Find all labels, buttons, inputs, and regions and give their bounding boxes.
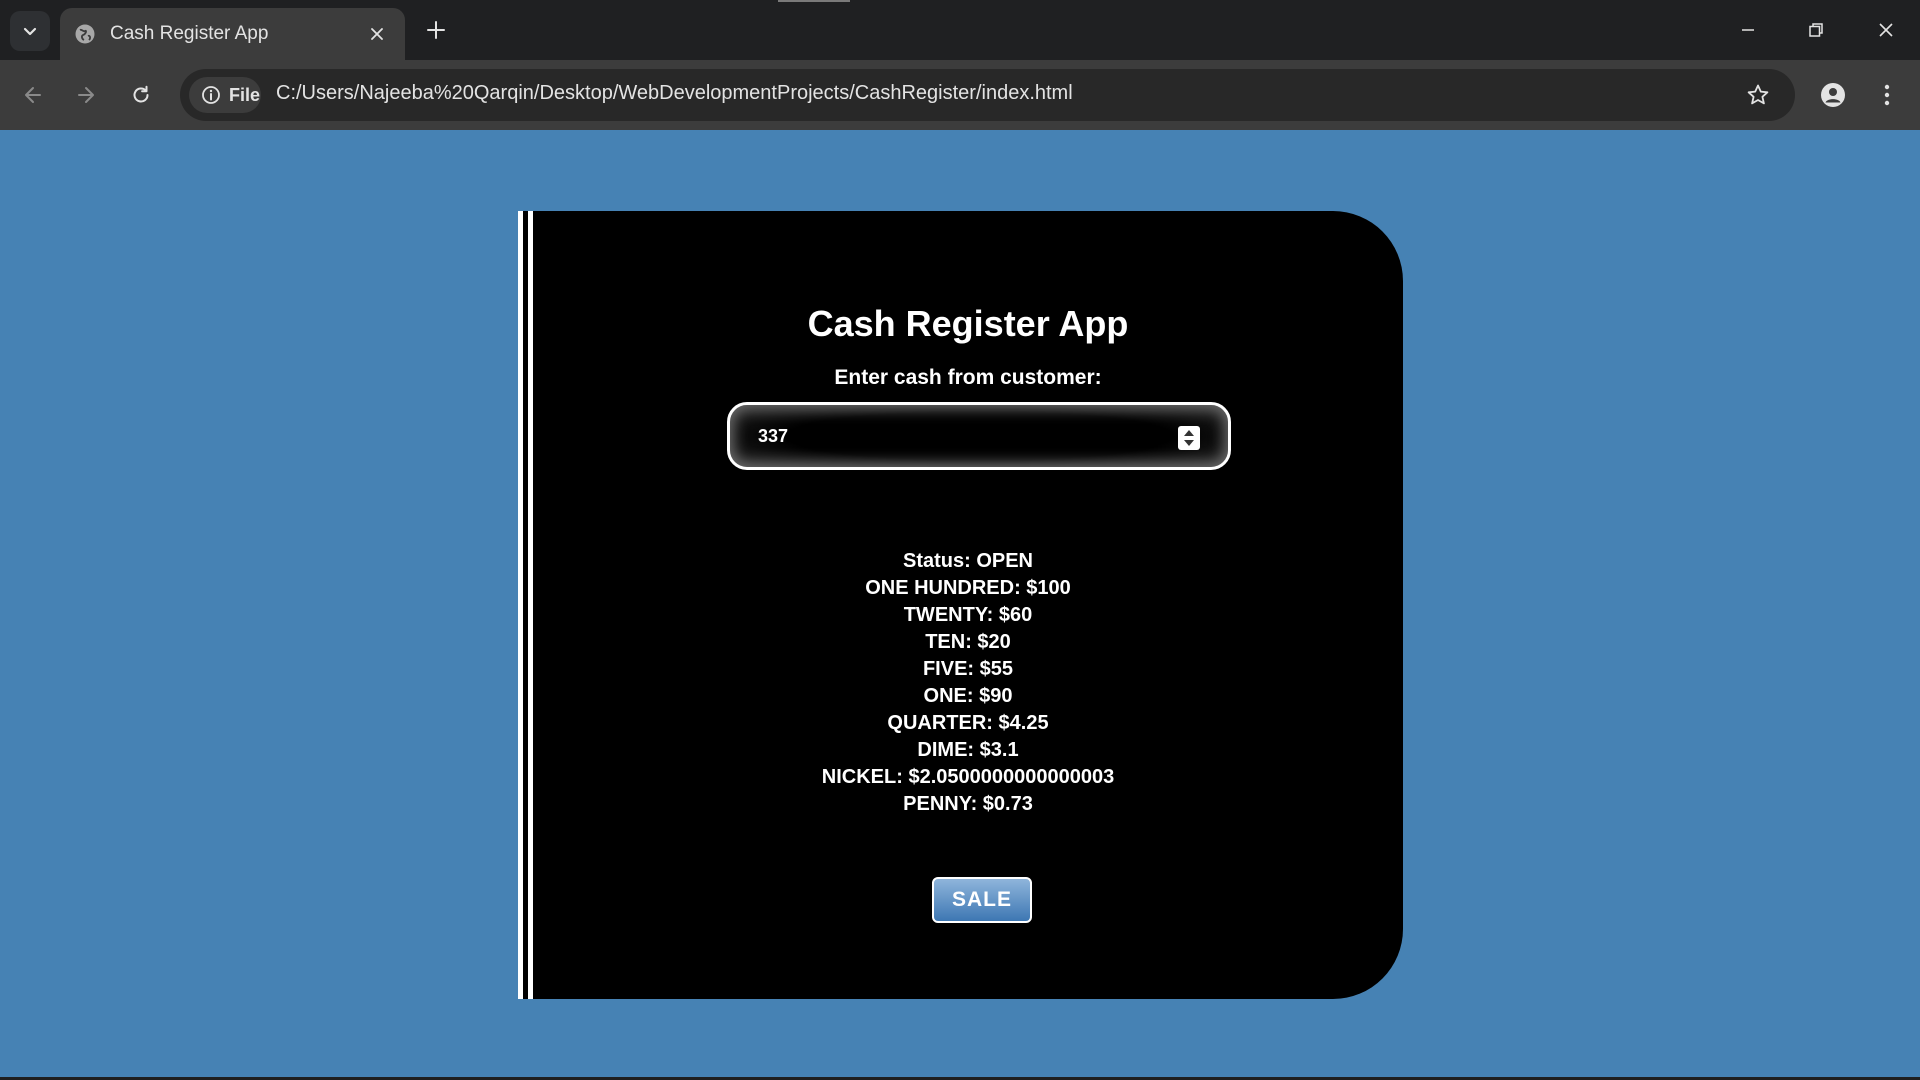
restore-icon: [1809, 23, 1823, 37]
site-chip-label: File: [229, 84, 261, 105]
change-line-twenty: TWENTY: $60: [903, 604, 1033, 626]
change-line-ten: TEN: $20: [925, 631, 1011, 653]
arrow-left-icon: [25, 87, 41, 103]
number-stepper[interactable]: [1178, 426, 1200, 450]
change-line-five: FIVE: $55: [922, 658, 1014, 680]
bookmark-button[interactable]: [1740, 77, 1776, 113]
arrow-right-icon: [78, 87, 94, 103]
sale-button[interactable]: SALE: [932, 877, 1032, 923]
stepper-down-icon[interactable]: [1183, 439, 1195, 447]
chevron-down-icon: [23, 27, 37, 36]
change-line-quarter: QUARTER: $4.25: [887, 712, 1049, 734]
close-icon: [1879, 23, 1893, 37]
window-minimize-button[interactable]: [1714, 0, 1782, 60]
tab-title: Cash Register App: [110, 23, 269, 44]
browser-toolbar: File C:/Users/Najeeba%20Qarqin/Desktop/W…: [0, 60, 1920, 130]
change-line-one-hundred: ONE HUNDRED: $100: [865, 577, 1071, 599]
tab-search-button[interactable]: [10, 11, 50, 51]
browser-menu-button[interactable]: [1866, 74, 1908, 116]
page-title: Cash Register App: [807, 303, 1129, 344]
browser-tab-active[interactable]: Cash Register App: [60, 8, 405, 60]
url-text[interactable]: C:/Users/Najeeba%20Qarqin/Desktop/WebDev…: [276, 82, 1073, 105]
site-info-chip[interactable]: File: [189, 77, 261, 113]
cash-register-panel: Cash Register App Enter cash from custom…: [518, 211, 1403, 999]
star-icon: [1747, 84, 1769, 105]
page-viewport: Cash Register App Enter cash from custom…: [0, 130, 1920, 1080]
address-bar[interactable]: File C:/Users/Najeeba%20Qarqin/Desktop/W…: [180, 69, 1795, 121]
back-button[interactable]: [12, 74, 54, 116]
cash-input-label: Enter cash from customer:: [834, 366, 1102, 389]
person-icon: [1821, 83, 1845, 107]
window-restore-button[interactable]: [1782, 0, 1850, 60]
change-line-dime: DIME: $3.1: [917, 739, 1019, 761]
cash-input[interactable]: 337: [727, 402, 1231, 470]
globe-icon: [75, 24, 95, 44]
change-line-penny: PENNY: $0.73: [903, 793, 1033, 815]
reload-button[interactable]: [120, 74, 162, 116]
stepper-up-icon[interactable]: [1183, 429, 1195, 437]
status-line: Status: OPEN: [902, 550, 1034, 572]
forward-button[interactable]: [65, 74, 107, 116]
plus-icon: [427, 21, 445, 39]
browser-tab-strip: Cash Register App: [0, 0, 1920, 60]
change-line-nickel: NICKEL: $2.0500000000000003: [821, 766, 1115, 788]
info-icon: [202, 86, 220, 104]
change-line-one: ONE: $90: [923, 685, 1013, 707]
tab-drag-indicator: [778, 0, 850, 2]
window-close-button[interactable]: [1852, 0, 1920, 60]
new-tab-button[interactable]: [418, 12, 454, 48]
cash-input-value[interactable]: 337: [758, 426, 788, 447]
tab-close-button[interactable]: [363, 20, 391, 48]
reload-icon: [133, 85, 149, 103]
minimize-icon: [1742, 29, 1754, 31]
kebab-menu-icon: [1884, 84, 1890, 106]
close-icon: [371, 28, 383, 40]
change-due-output: Status: OPEN ONE HUNDRED: $100 TWENTY: $…: [533, 548, 1403, 818]
profile-button[interactable]: [1812, 74, 1854, 116]
